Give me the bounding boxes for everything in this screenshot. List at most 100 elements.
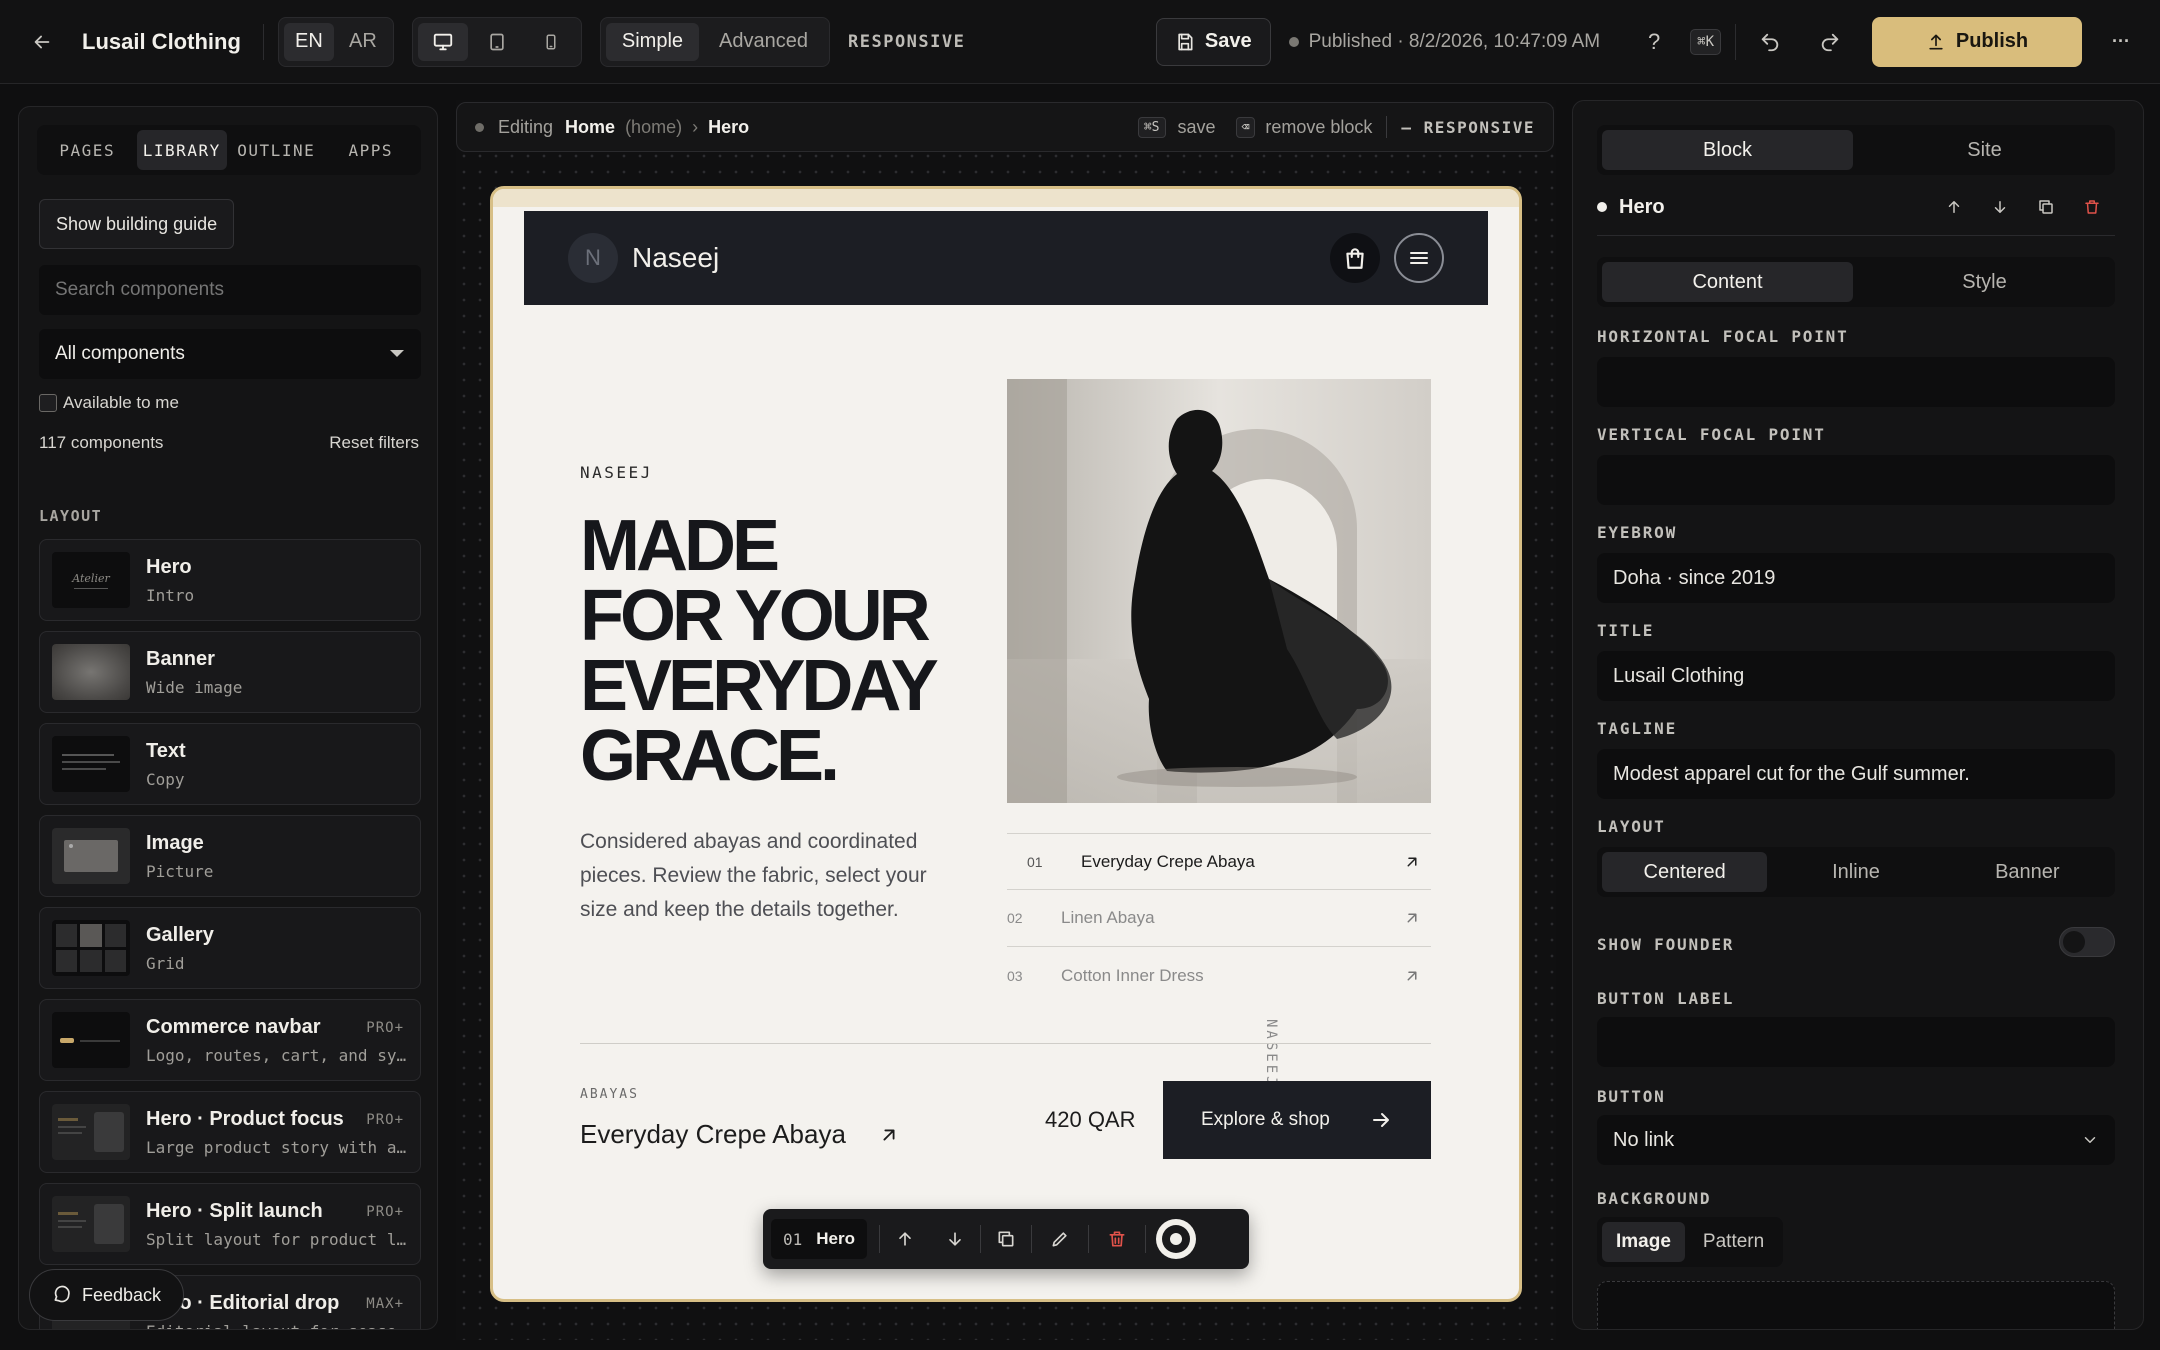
save-button[interactable]: Save [1155, 17, 1271, 66]
breadcrumb-block[interactable]: Hero [708, 117, 749, 138]
tagline-input[interactable]: Modest apparel cut for the Gulf summer. [1597, 749, 2115, 799]
device-desktop[interactable] [417, 22, 468, 61]
language-en[interactable]: EN [283, 22, 334, 61]
product-row[interactable]: 03 Cotton Inner Dress [1007, 947, 1431, 1004]
component-count: 117 components [39, 433, 164, 452]
mode-simple[interactable]: Simple [605, 22, 700, 61]
block-duplicate-button[interactable] [2023, 198, 2069, 216]
library-item-desc: Picture [146, 861, 214, 881]
arrow-down-icon [949, 1232, 961, 1246]
explore-shop-button[interactable]: Explore & shop [1163, 1081, 1431, 1159]
published-status: Published · 8/2/2026, 10:47:09 AM [1308, 30, 1601, 52]
back-button[interactable] [24, 24, 60, 60]
selected-block-name: Hero [1619, 195, 1665, 218]
hero-eyebrow: NASEEJ [580, 463, 653, 482]
library-item-desc: Split layout for product l… [146, 1229, 407, 1249]
tab-pages[interactable]: PAGES [42, 130, 133, 170]
mode-advanced[interactable]: Advanced [703, 23, 824, 61]
component-filter-select[interactable]: All components [39, 329, 421, 379]
caret-down-icon [390, 350, 404, 357]
explore-shop-label: Explore & shop [1201, 1109, 1330, 1130]
copy-icon [998, 1231, 1014, 1247]
publish-button[interactable]: Publish [1872, 16, 2082, 67]
device-mobile[interactable] [526, 23, 576, 61]
tab-style[interactable]: Style [1859, 262, 2110, 302]
tab-site[interactable]: Site [1859, 130, 2110, 170]
tab-library[interactable]: LIBRARY [136, 130, 227, 170]
available-checkbox[interactable] [39, 394, 57, 412]
move-up-button[interactable] [880, 1229, 930, 1249]
monitor-icon [433, 33, 453, 50]
building-guide-button[interactable]: Show building guide [39, 199, 235, 249]
cart-button[interactable] [1330, 233, 1380, 283]
show-founder-toggle[interactable] [2059, 927, 2115, 957]
device-tablet[interactable] [472, 23, 522, 61]
menu-button[interactable] [1394, 233, 1444, 283]
horizontal-focal-input[interactable] [1597, 357, 2115, 407]
featured-product-name: Everyday Crepe Abaya [580, 1119, 846, 1149]
background-image-dropzone[interactable] [1597, 1281, 2115, 1329]
duplicate-button[interactable] [981, 1229, 1031, 1249]
layout-inline[interactable]: Inline [1773, 852, 1938, 892]
page-preview-frame[interactable]: N Naseej NASEEJ MADE FOR YOUR EVERYDAY G… [490, 186, 1522, 1302]
tablet-icon [490, 33, 504, 50]
block-settings-button[interactable] [1156, 1219, 1196, 1259]
tab-apps[interactable]: APPS [326, 130, 417, 170]
block-move-down-button[interactable] [1977, 198, 2023, 216]
library-item-text[interactable]: Text Copy [39, 723, 421, 805]
selected-block-row: Hero [1597, 185, 2115, 229]
library-item-image[interactable]: Image Picture [39, 815, 421, 897]
horizontal-focal-label: HORIZONTAL FOCAL POINT [1597, 327, 1849, 346]
vertical-brand-label: NASEEJ [1263, 1019, 1279, 1088]
product-row[interactable]: 02 Linen Abaya [1007, 890, 1431, 947]
tab-content[interactable]: Content [1602, 262, 1853, 302]
title-input[interactable]: Lusail Clothing [1597, 651, 2115, 701]
title-label: TITLE [1597, 621, 1655, 640]
library-item-banner[interactable]: Banner Wide image [39, 631, 421, 713]
trash-icon [1109, 1231, 1125, 1247]
breadcrumb-page[interactable]: Home [565, 117, 615, 138]
language-ar[interactable]: AR [338, 23, 388, 61]
tab-block[interactable]: Block [1602, 130, 1853, 170]
move-down-button[interactable] [930, 1229, 980, 1249]
reset-filters-link[interactable]: Reset filters [329, 433, 419, 453]
delete-button[interactable] [1089, 1229, 1145, 1249]
block-move-up-button[interactable] [1931, 198, 1977, 216]
more-button[interactable]: ··· [2106, 31, 2136, 52]
library-item-name: Gallery [146, 923, 214, 946]
redo-icon [1821, 33, 1839, 51]
redo-button[interactable] [1810, 22, 1850, 62]
content-style-tabs: Content Style [1597, 257, 2115, 307]
tab-outline[interactable]: OUTLINE [231, 130, 322, 170]
button-label-input[interactable] [1597, 1017, 2115, 1067]
layout-banner[interactable]: Banner [1945, 852, 2110, 892]
vertical-focal-input[interactable] [1597, 455, 2115, 505]
responsive-toggle[interactable]: RESPONSIVE [848, 32, 965, 52]
library-item-gallery[interactable]: Gallery Grid [39, 907, 421, 989]
button-link-select[interactable]: No link [1597, 1115, 2115, 1165]
library-item-commerce-navbar[interactable]: Commerce navbar Logo, routes, cart, and s… [39, 999, 421, 1081]
library-item-desc: Logo, routes, cart, and sy… [146, 1045, 407, 1065]
product-name: Cotton Inner Dress [1061, 965, 1204, 985]
edit-button[interactable] [1032, 1229, 1088, 1249]
filter-value: All components [55, 343, 185, 364]
undo-button[interactable] [1750, 22, 1790, 62]
help-button[interactable]: ? [1640, 29, 1668, 55]
featured-product-link[interactable]: Everyday Crepe Abaya [580, 1119, 900, 1150]
library-item-hero-product-focus[interactable]: Hero · Product focus Large product story … [39, 1091, 421, 1173]
command-palette-button[interactable]: ⌘K [1690, 28, 1721, 55]
component-search-input[interactable] [39, 265, 421, 315]
feedback-button[interactable]: Feedback [29, 1269, 185, 1321]
split-launch-thumbnail [52, 1196, 130, 1252]
featured-category: ABAYAS [580, 1087, 639, 1102]
block-delete-button[interactable] [2069, 198, 2115, 216]
background-image-option[interactable]: Image [1602, 1222, 1685, 1262]
layout-centered[interactable]: Centered [1602, 852, 1768, 892]
product-row[interactable]: 01 Everyday Crepe Abaya [1007, 833, 1431, 890]
block-index: 01 [783, 1229, 803, 1249]
hero-image[interactable] [1007, 379, 1431, 803]
background-pattern-option[interactable]: Pattern [1689, 1222, 1778, 1262]
library-item-hero-split-launch[interactable]: Hero · Split launch Split layout for prod… [39, 1183, 421, 1265]
library-item-hero[interactable]: Atelier Hero Intro [39, 539, 421, 621]
eyebrow-input[interactable]: Doha · since 2019 [1597, 553, 2115, 603]
